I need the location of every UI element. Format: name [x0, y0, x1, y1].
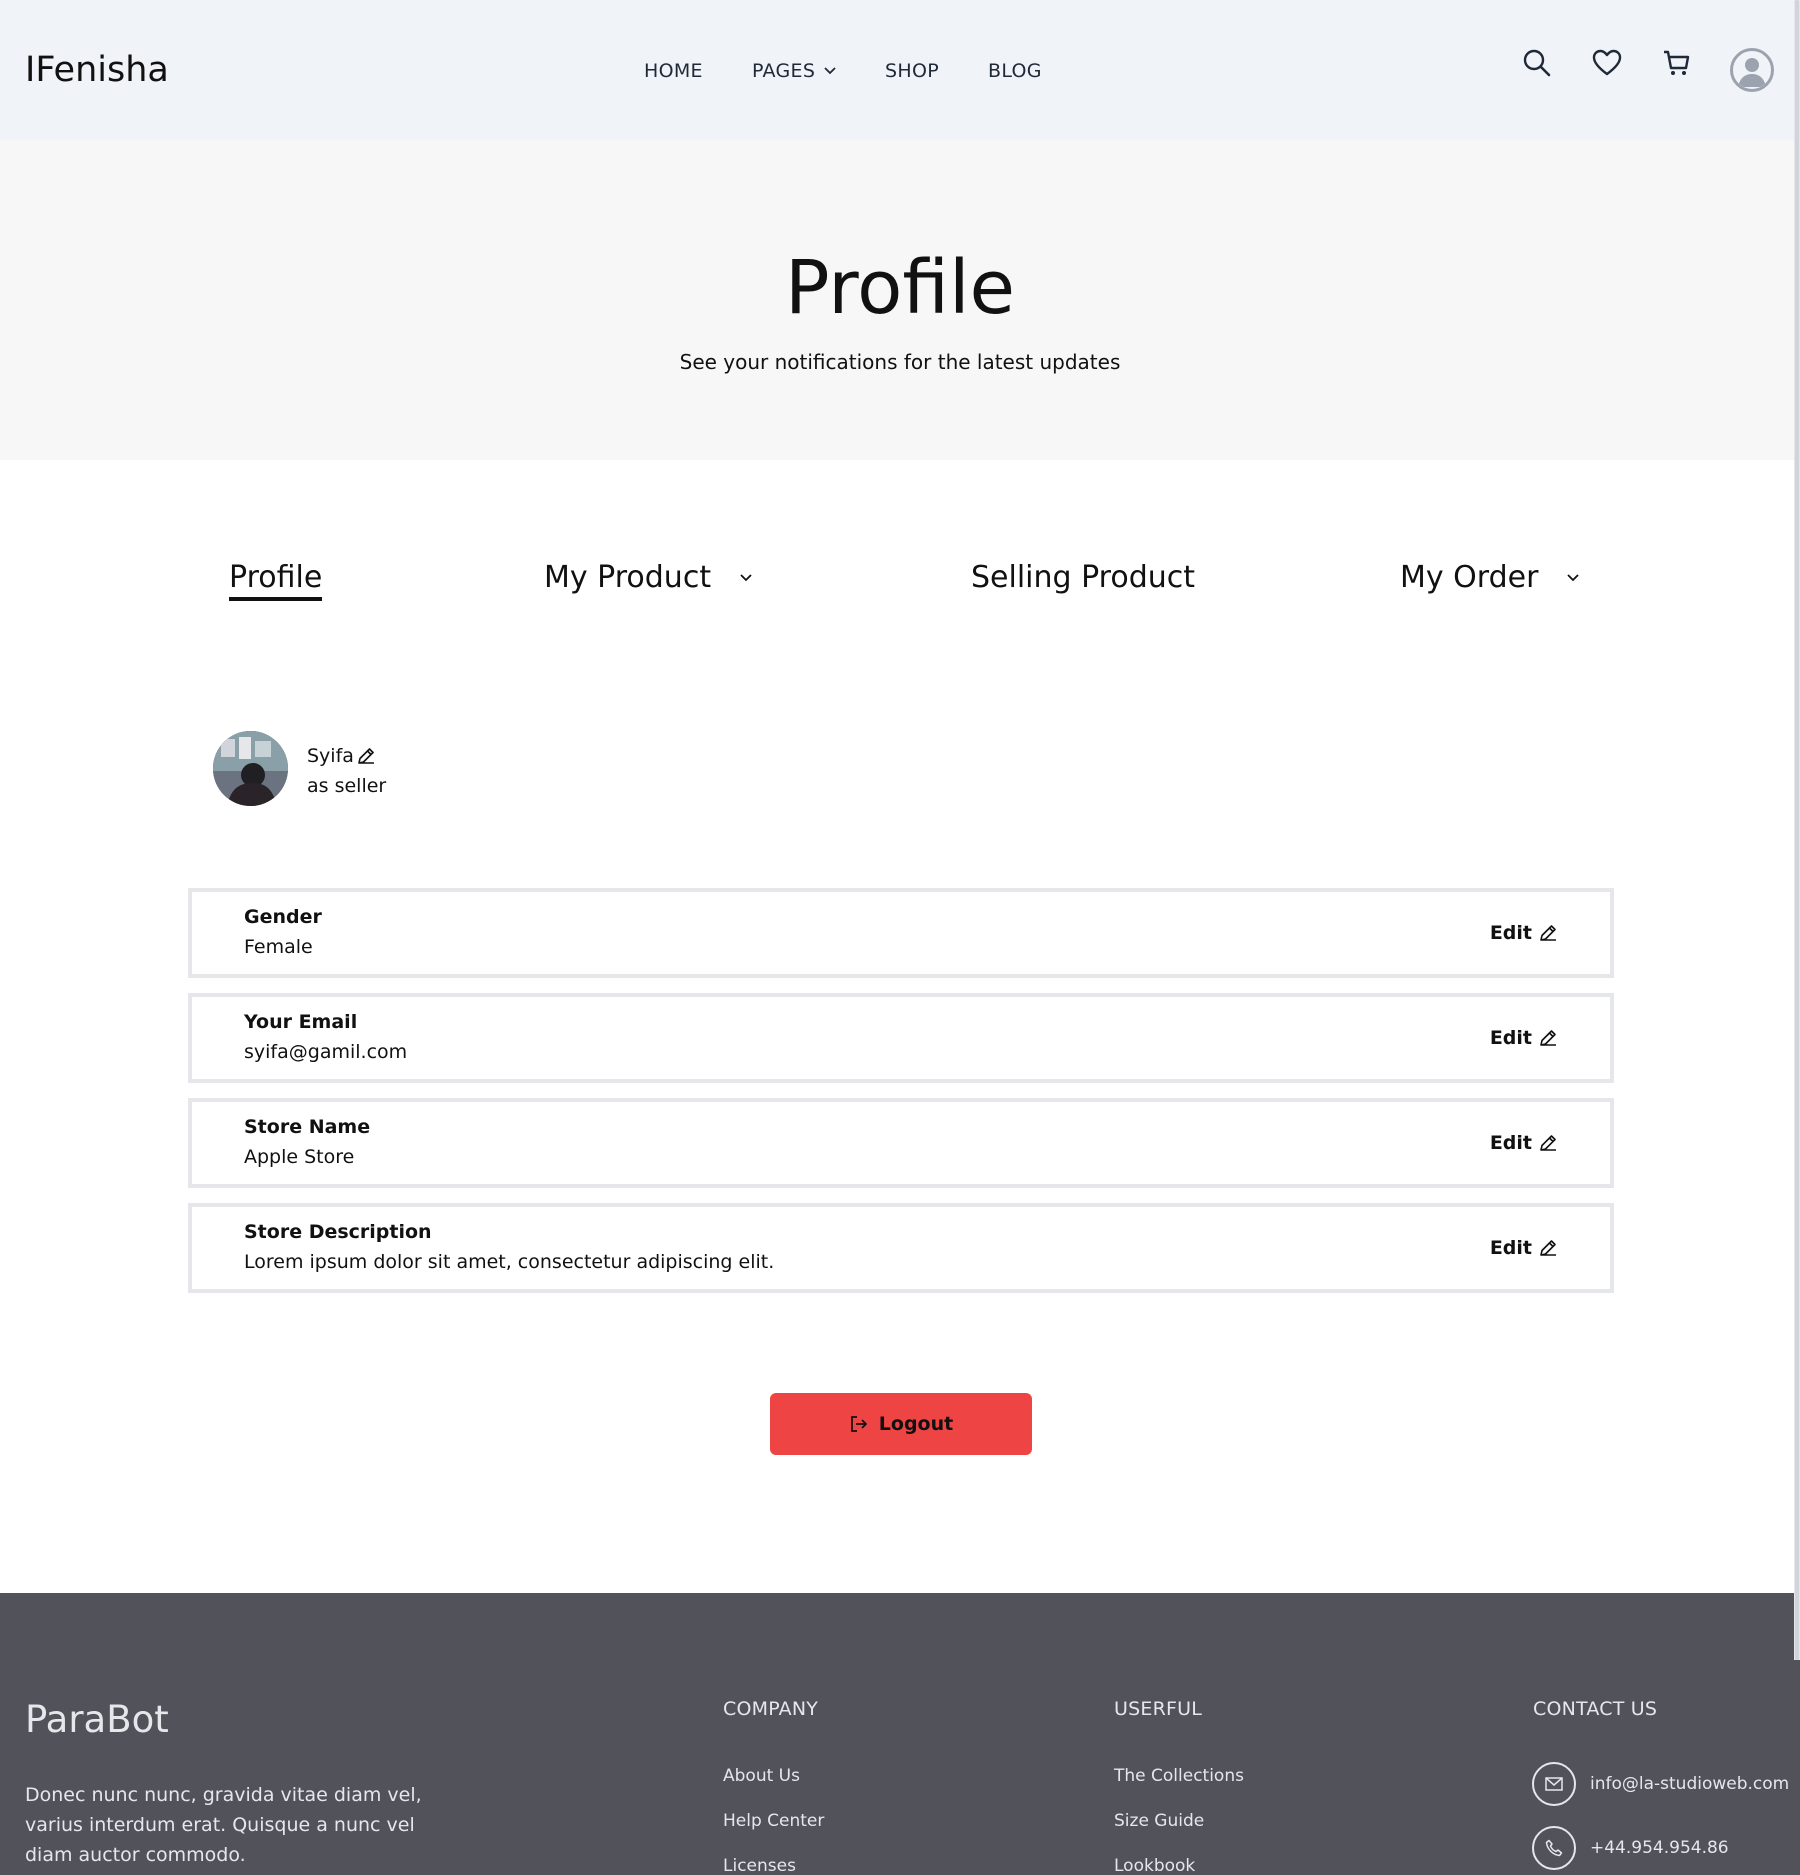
site-footer: ParaBot Donec nunc nunc, gravida vitae d…: [0, 1593, 1800, 1875]
pencil-icon: [1540, 1135, 1556, 1151]
footer-email: info@la-studioweb.com: [1590, 1774, 1790, 1794]
phone-icon: [1532, 1826, 1576, 1870]
field-label: Gender: [244, 906, 322, 928]
site-logo[interactable]: IFenisha: [25, 50, 169, 90]
edit-label: Edit: [1489, 1237, 1532, 1259]
page-title: Profile: [784, 245, 1016, 331]
chevron-down-icon: [1566, 573, 1580, 583]
field-value: Apple Store: [244, 1146, 355, 1168]
nav-shop[interactable]: SHOP: [885, 60, 939, 82]
logout-icon: [850, 1416, 867, 1432]
pencil-icon: [1540, 1240, 1556, 1256]
field-label: Store Name: [244, 1116, 371, 1138]
user-avatar-icon[interactable]: [1730, 48, 1774, 92]
footer-contact-email[interactable]: info@la-studioweb.com: [1532, 1762, 1789, 1806]
edit-label: Edit: [1489, 922, 1532, 944]
nav-pages-label: PAGES: [752, 60, 816, 82]
edit-label: Edit: [1489, 1027, 1532, 1049]
pencil-icon: [1540, 1030, 1556, 1046]
info-card-store-name: Store Name Apple Store Edit: [188, 1098, 1614, 1188]
tab-selling-product[interactable]: Selling Product: [971, 560, 1195, 595]
page-hero: Profile See your notifications for the l…: [0, 140, 1800, 460]
footer-link[interactable]: About Us: [723, 1766, 800, 1786]
pencil-icon[interactable]: [356, 746, 376, 766]
profile-name-label: Syifa: [307, 745, 354, 767]
nav-blog[interactable]: BLOG: [988, 60, 1042, 82]
cart-icon[interactable]: [1659, 46, 1693, 80]
footer-heading-useful: USERFUL: [1114, 1698, 1202, 1720]
scroll-thumb[interactable]: [1795, 0, 1799, 1660]
footer-link[interactable]: Size Guide: [1114, 1811, 1204, 1831]
field-label: Store Description: [244, 1221, 432, 1243]
footer-heading-company: COMPANY: [723, 1698, 819, 1720]
page-subtitle: See your notifications for the latest up…: [679, 350, 1121, 374]
edit-button[interactable]: Edit: [1490, 1237, 1558, 1259]
footer-link[interactable]: Licenses: [723, 1856, 796, 1875]
profile-avatar: [213, 731, 288, 806]
footer-link[interactable]: Lookbook: [1114, 1856, 1195, 1875]
field-value: Lorem ipsum dolor sit amet, consectetur …: [244, 1251, 775, 1273]
heart-icon[interactable]: [1590, 46, 1624, 80]
mail-icon: [1532, 1762, 1576, 1806]
tab-profile[interactable]: Profile: [229, 560, 323, 601]
edit-button[interactable]: Edit: [1490, 1132, 1558, 1154]
edit-button[interactable]: Edit: [1490, 1027, 1558, 1049]
tab-selling-product-label: Selling Product: [971, 560, 1196, 595]
info-card-email: Your Email syifa@gamil.com Edit: [188, 993, 1614, 1083]
footer-contact-phone[interactable]: +44.954.954.86: [1532, 1826, 1729, 1870]
edit-label: Edit: [1489, 1132, 1532, 1154]
field-value: syifa@gamil.com: [244, 1041, 408, 1063]
nav-pages[interactable]: PAGES: [752, 60, 837, 82]
info-card-gender: Gender Female Edit: [188, 888, 1614, 978]
chevron-down-icon: [824, 67, 836, 75]
search-icon[interactable]: [1520, 46, 1554, 80]
tab-my-product-label: My Product: [544, 560, 712, 595]
field-value: Female: [244, 936, 313, 958]
info-card-store-description: Store Description Lorem ipsum dolor sit …: [188, 1203, 1614, 1293]
logout-button[interactable]: Logout: [770, 1393, 1032, 1455]
tab-my-product[interactable]: My Product: [544, 560, 753, 595]
profile-role: as seller: [307, 775, 387, 797]
field-label: Your Email: [244, 1011, 358, 1033]
nav-home[interactable]: HOME: [644, 60, 703, 82]
logout-label: Logout: [878, 1413, 954, 1435]
chevron-down-icon: [739, 573, 753, 583]
footer-phone: +44.954.954.86: [1590, 1838, 1729, 1858]
tab-profile-label: Profile: [229, 560, 323, 595]
tab-my-order-label: My Order: [1400, 560, 1539, 595]
footer-description: Donec nunc nunc, gravida vitae diam vel,…: [25, 1784, 422, 1866]
profile-name: Syifa: [307, 745, 376, 767]
footer-brand: ParaBot: [25, 1698, 169, 1741]
site-header: IFenisha HOME PAGES SHOP BLOG: [0, 0, 1800, 140]
footer-link[interactable]: Help Center: [723, 1811, 824, 1831]
footer-link[interactable]: The Collections: [1114, 1766, 1244, 1786]
pencil-icon: [1540, 925, 1556, 941]
footer-heading-contact: CONTACT US: [1533, 1698, 1658, 1720]
tab-my-order[interactable]: My Order: [1400, 560, 1580, 595]
page-scrollbar[interactable]: [1794, 0, 1800, 1660]
edit-button[interactable]: Edit: [1490, 922, 1558, 944]
